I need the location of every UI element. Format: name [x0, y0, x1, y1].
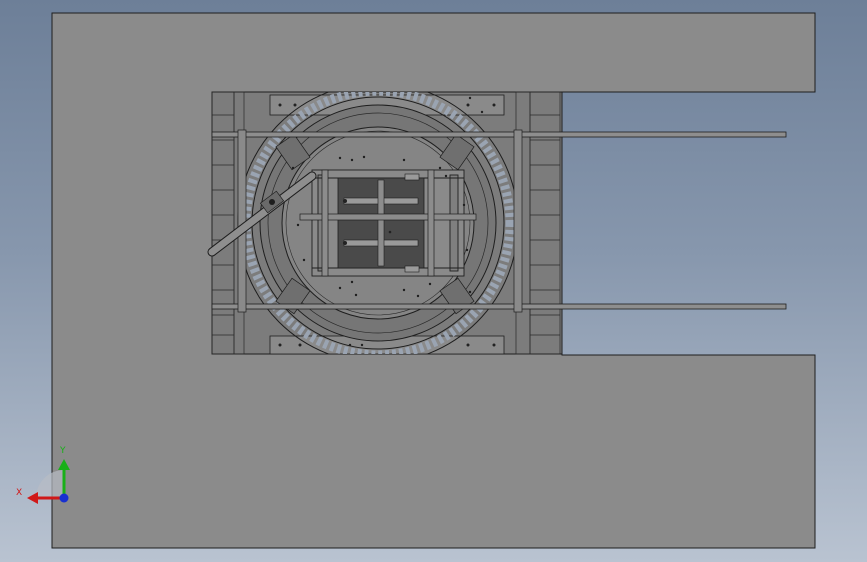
triad-x-label: X: [16, 488, 22, 498]
cad-graphics-viewport[interactable]: Y X: [0, 0, 867, 562]
x-axis-arrowhead-icon: [27, 492, 38, 504]
turntable-assembly[interactable]: [207, 83, 787, 363]
z-axis-dot-icon: [59, 493, 69, 503]
triad-y-label: Y: [59, 446, 66, 456]
guide-rod-upper[interactable]: [211, 131, 787, 138]
guide-rod-lower[interactable]: [211, 303, 787, 310]
actuator-bay[interactable]: [337, 173, 425, 273]
orientation-triad[interactable]: Y X: [16, 446, 70, 504]
triad-base-arc: [36, 470, 64, 498]
